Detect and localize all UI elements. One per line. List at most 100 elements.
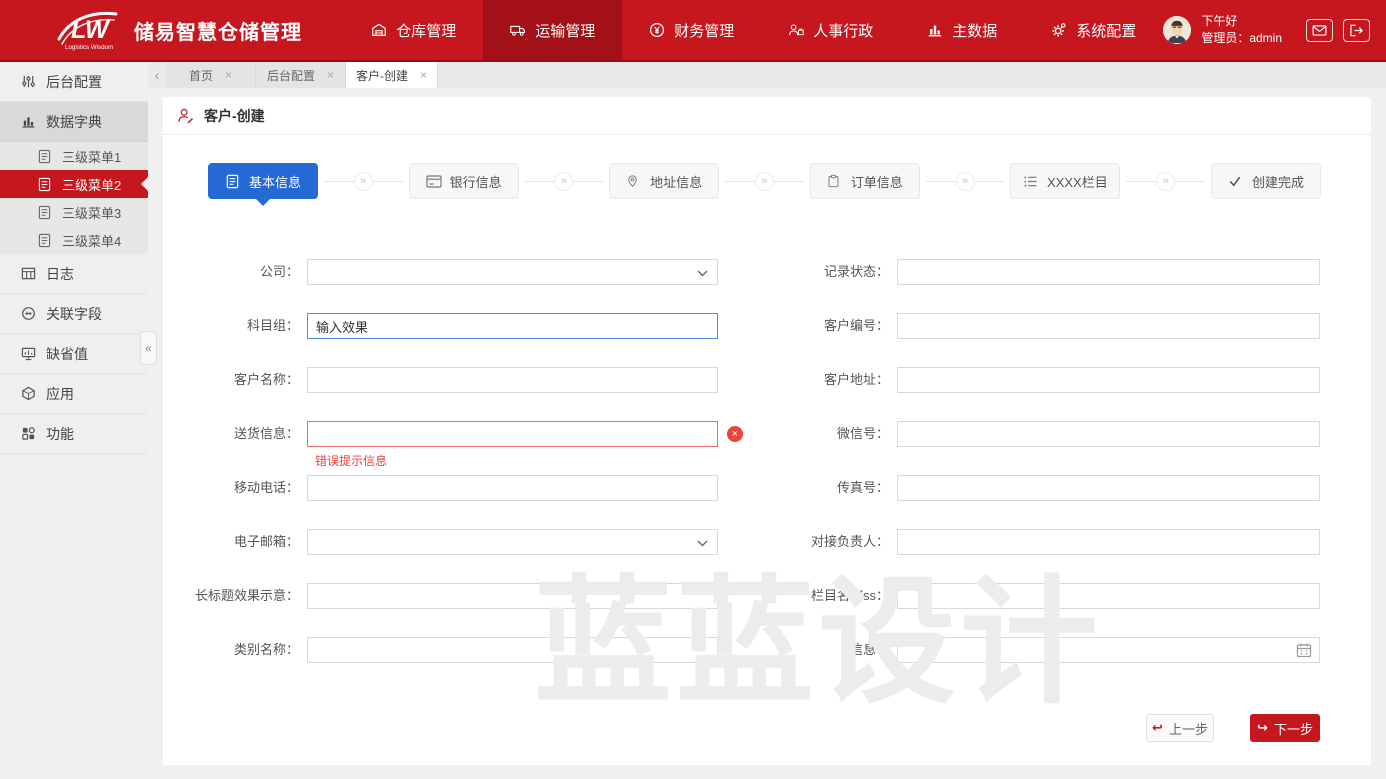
nav-item-label: 仓库管理 bbox=[396, 20, 456, 41]
sidebar-item-label: 关联字段 bbox=[46, 304, 102, 324]
nav-item-label: 主数据 bbox=[952, 20, 997, 41]
calendar-icon[interactable] bbox=[1296, 642, 1312, 658]
step-bank-info[interactable]: 银行信息 bbox=[409, 163, 519, 199]
page-title-row: 客户-创建 bbox=[163, 97, 1371, 135]
list-icon bbox=[1023, 173, 1039, 189]
step-xxxx-column[interactable]: XXXX栏目 bbox=[1010, 163, 1120, 199]
document-icon bbox=[36, 148, 52, 164]
sidebar-item-submenu-2[interactable]: 三级菜单2 bbox=[0, 170, 148, 198]
field-label: 电子邮箱： bbox=[189, 529, 307, 555]
field-label: 客户名称： bbox=[189, 367, 307, 393]
nav-item-transport[interactable]: 运输管理 bbox=[483, 0, 622, 60]
delivery-info-input[interactable] bbox=[307, 421, 718, 447]
tab-label: 首页 bbox=[189, 67, 213, 84]
category-name-input[interactable] bbox=[307, 637, 718, 663]
form-left-column: 公司： 科目组： 客户名称： 送货信息： × 错误提示信息 移动电话： 电子邮箱… bbox=[189, 259, 718, 691]
sidebar-item-label: 后台配置 bbox=[46, 72, 102, 92]
customer-name-input[interactable] bbox=[307, 367, 718, 393]
logout-button[interactable] bbox=[1343, 19, 1370, 42]
sidebar-item-label: 日志 bbox=[46, 264, 74, 284]
bar-chart-icon bbox=[927, 22, 943, 38]
sidebar-item-applications[interactable]: 应用 bbox=[0, 374, 148, 414]
form-row: 长标题效果示意： bbox=[189, 583, 718, 609]
field-label: 移动电话： bbox=[189, 475, 307, 501]
long-title-input[interactable] bbox=[307, 583, 718, 609]
sidebar-item-logs[interactable]: 日志 bbox=[0, 254, 148, 294]
prev-step-button[interactable]: ↩ 上一步 bbox=[1146, 714, 1214, 742]
bar-chart-icon bbox=[20, 114, 36, 130]
sidebar-item-linked-fields[interactable]: 关联字段 bbox=[0, 294, 148, 334]
tabs-back-icon[interactable]: ‹ bbox=[148, 62, 166, 88]
tab-backend-config[interactable]: 后台配置 × bbox=[256, 62, 346, 88]
wechat-input[interactable] bbox=[897, 421, 1320, 447]
sidebar-item-submenu-4[interactable]: 三级菜单4 bbox=[0, 226, 148, 254]
tab-bar: ‹ 首页 × 后台配置 × 客户-创建 × bbox=[148, 62, 1386, 88]
content-card: 客户-创建 基本信息 » 银行信息 » 地址信息 bbox=[163, 97, 1371, 765]
sidebar-item-default-values[interactable]: 缺省值 bbox=[0, 334, 148, 374]
next-step-button[interactable]: ↪ 下一步 bbox=[1250, 714, 1320, 742]
link-icon bbox=[20, 306, 36, 322]
gear-icon bbox=[1051, 22, 1067, 38]
chevron-down-icon bbox=[697, 270, 708, 277]
step-address-info[interactable]: 地址信息 bbox=[609, 163, 719, 199]
contact-person-input[interactable] bbox=[897, 529, 1320, 555]
nav-item-hr[interactable]: 人事行政 bbox=[761, 0, 900, 60]
next-step-label: 下一步 bbox=[1274, 719, 1313, 738]
close-icon[interactable]: × bbox=[420, 69, 427, 81]
form-row: 客户编号： bbox=[779, 313, 1320, 339]
mail-icon bbox=[1312, 25, 1327, 36]
customer-address-input[interactable] bbox=[897, 367, 1320, 393]
step-connector: » bbox=[920, 163, 1011, 199]
field-label: 公司： bbox=[189, 259, 307, 285]
form-row: 科目组： bbox=[189, 313, 718, 339]
nav-item-master-data[interactable]: 主数据 bbox=[900, 0, 1024, 60]
step-connector: » bbox=[318, 163, 409, 199]
step-create-complete[interactable]: 创建完成 bbox=[1211, 163, 1321, 199]
mail-button[interactable] bbox=[1306, 19, 1333, 42]
mobile-phone-input[interactable] bbox=[307, 475, 718, 501]
close-icon[interactable]: × bbox=[225, 69, 232, 81]
field-label: 信息： bbox=[779, 637, 897, 663]
nav-item-system-config[interactable]: 系统配置 bbox=[1024, 0, 1163, 60]
sidebar-item-backend-config[interactable]: 后台配置 bbox=[0, 62, 148, 102]
step-label: 银行信息 bbox=[450, 172, 502, 191]
nav-item-label: 运输管理 bbox=[535, 20, 595, 41]
field-label: 科目组： bbox=[189, 313, 307, 339]
column-name-input[interactable] bbox=[897, 583, 1320, 609]
document-icon bbox=[36, 176, 52, 192]
fax-input[interactable] bbox=[897, 475, 1320, 501]
sidebar-item-submenu-3[interactable]: 三级菜单3 bbox=[0, 198, 148, 226]
step-order-info[interactable]: 订单信息 bbox=[810, 163, 920, 199]
nav-item-warehouse[interactable]: 仓库管理 bbox=[344, 0, 483, 60]
customer-number-input[interactable] bbox=[897, 313, 1320, 339]
record-status-input[interactable] bbox=[897, 259, 1320, 285]
sidebar-item-functions[interactable]: 功能 bbox=[0, 414, 148, 454]
sidebar-item-data-dictionary[interactable]: 数据字典 bbox=[0, 102, 148, 142]
logo-subtext: Logistics Wisdom bbox=[65, 44, 113, 51]
company-select[interactable] bbox=[307, 259, 718, 285]
finance-coin-icon bbox=[649, 22, 665, 38]
app-title: 储易智慧仓储管理 bbox=[134, 16, 302, 45]
nav-item-finance[interactable]: 财务管理 bbox=[622, 0, 761, 60]
field-label: 类别名称： bbox=[189, 637, 307, 663]
sidebar-item-submenu-1[interactable]: 三级菜单1 bbox=[0, 142, 148, 170]
form-row: 客户名称： bbox=[189, 367, 718, 393]
step-connector: » bbox=[519, 163, 610, 199]
subject-group-input[interactable] bbox=[307, 313, 718, 339]
tab-customer-create[interactable]: 客户-创建 × bbox=[346, 62, 438, 88]
sidebar-collapse-icon[interactable]: « bbox=[140, 331, 157, 365]
step-basic-info[interactable]: 基本信息 bbox=[208, 163, 318, 199]
avatar[interactable] bbox=[1163, 16, 1191, 44]
form-row: 移动电话： bbox=[189, 475, 718, 501]
bank-card-icon bbox=[426, 173, 442, 189]
email-select[interactable] bbox=[307, 529, 718, 555]
form-row: 微信号： bbox=[779, 421, 1320, 447]
check-icon bbox=[1228, 173, 1244, 189]
close-icon[interactable]: × bbox=[327, 69, 334, 81]
info-date-input[interactable] bbox=[897, 637, 1320, 663]
sidebar-item-label: 功能 bbox=[46, 424, 74, 444]
double-chevron-icon: » bbox=[554, 172, 573, 191]
form-row: 电子邮箱： bbox=[189, 529, 718, 555]
form-row: 送货信息： × 错误提示信息 bbox=[189, 421, 718, 447]
tab-home[interactable]: 首页 × bbox=[166, 62, 256, 88]
